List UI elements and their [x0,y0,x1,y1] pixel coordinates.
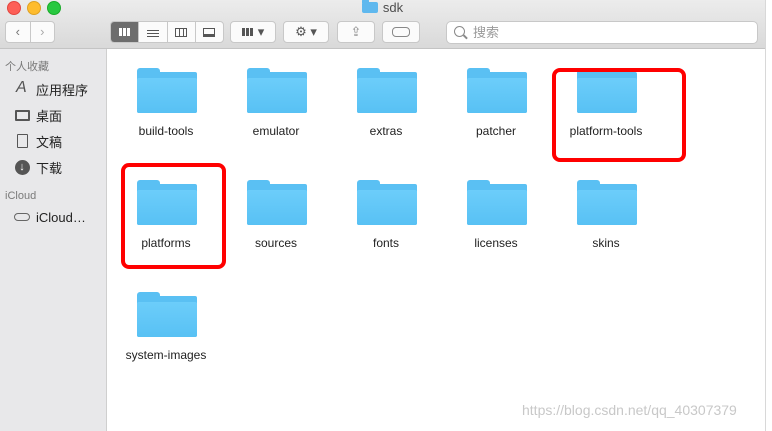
folder-icon [137,292,197,337]
folder-icon [247,180,307,225]
sidebar-item-downloads[interactable]: ↓ 下载 [0,154,106,180]
sidebar-item-documents[interactable]: 文稿 [0,128,106,154]
sidebar: 个人收藏 应用程序 桌面 文稿 ↓ 下载 iCloud iCloud… [0,49,107,431]
folder-item-fonts[interactable]: fonts [331,174,441,274]
sidebar-item-label: 文稿 [36,134,63,150]
icloud-header: iCloud [5,190,37,202]
folder-item-system-images[interactable]: system-images [111,286,221,386]
window-title: sdk [0,0,765,16]
arrange-button[interactable]: ▾ [230,21,276,43]
back-button[interactable]: ‹ [6,22,30,42]
share-icon: ⇪ [350,24,362,39]
documents-icon [14,133,30,149]
gear-icon: ⚙ ▾ [295,24,317,39]
folder-item-build-tools[interactable]: build-tools [111,62,221,162]
search-placeholder: 搜索 [473,25,500,40]
action-button[interactable]: ⚙ ▾ [283,21,329,43]
finder-window: sdk ‹ › ▾ ⚙ ▾ ⇪ 搜索 个人收藏 A 应用程序 桌面 文稿 ↓ 下… [0,0,765,431]
folder-icon [577,180,637,225]
downloads-icon: ↓ [14,159,30,175]
folder-icon [361,0,378,13]
search-icon [454,26,465,37]
folder-item-emulator[interactable]: emulator [221,62,331,162]
icon-view-button[interactable] [111,22,139,42]
watermark-text: https://blog.csdn.net/qq_40307379 [522,402,737,418]
columns-icon [175,27,188,37]
favorites-header: 个人收藏 [5,61,49,73]
folder-icon [137,68,197,113]
folder-label: system-images [125,348,207,362]
desktop-icon [14,107,30,123]
grid-icon [119,28,131,36]
highlight-box-platforms [121,163,226,269]
sidebar-item-icloud-drive[interactable]: iCloud… [0,204,106,230]
folder-icon [467,180,527,225]
folder-item-extras[interactable]: extras [331,62,441,162]
list-view-button[interactable] [138,22,166,42]
list-icon [146,27,159,37]
navigation-buttons: ‹ › [5,21,55,43]
sidebar-item-label: iCloud… [36,209,86,225]
folder-item-skins[interactable]: skins [551,174,661,274]
tag-icon [392,27,410,37]
search-input[interactable]: 搜索 [446,21,758,44]
forward-button[interactable]: › [29,22,55,42]
sidebar-item-label: 应用程序 [36,82,89,98]
sidebar-item-applications[interactable]: 应用程序 [0,76,106,102]
folder-icon [247,68,307,113]
view-mode-segment [110,21,224,43]
applications-icon [14,79,30,97]
folder-item-sources[interactable]: sources [221,174,331,274]
folder-label: skins [592,236,620,250]
sidebar-item-label: 桌面 [36,108,63,124]
title-bar: sdk ‹ › ▾ ⚙ ▾ ⇪ 搜索 [0,0,765,49]
folder-icon [467,68,527,113]
sidebar-item-label: 下载 [36,160,63,176]
folder-icon [357,68,417,113]
cloud-icon [14,209,30,225]
folder-item-licenses[interactable]: licenses [441,174,551,274]
highlight-box-platform-tools [552,68,686,162]
folder-item-patcher[interactable]: patcher [441,62,551,162]
folder-icon [357,180,417,225]
arrange-grid-icon [241,28,253,36]
gallery-view-button[interactable] [194,22,223,42]
tags-button[interactable] [382,21,420,43]
gallery-icon [203,27,216,37]
background-window-edge [765,0,772,431]
column-view-button[interactable] [166,22,195,42]
sidebar-item-desktop[interactable]: 桌面 [0,102,106,128]
share-button[interactable]: ⇪ [337,21,375,43]
folder-grid: build-tools emulator extras patcher plat… [107,49,765,431]
